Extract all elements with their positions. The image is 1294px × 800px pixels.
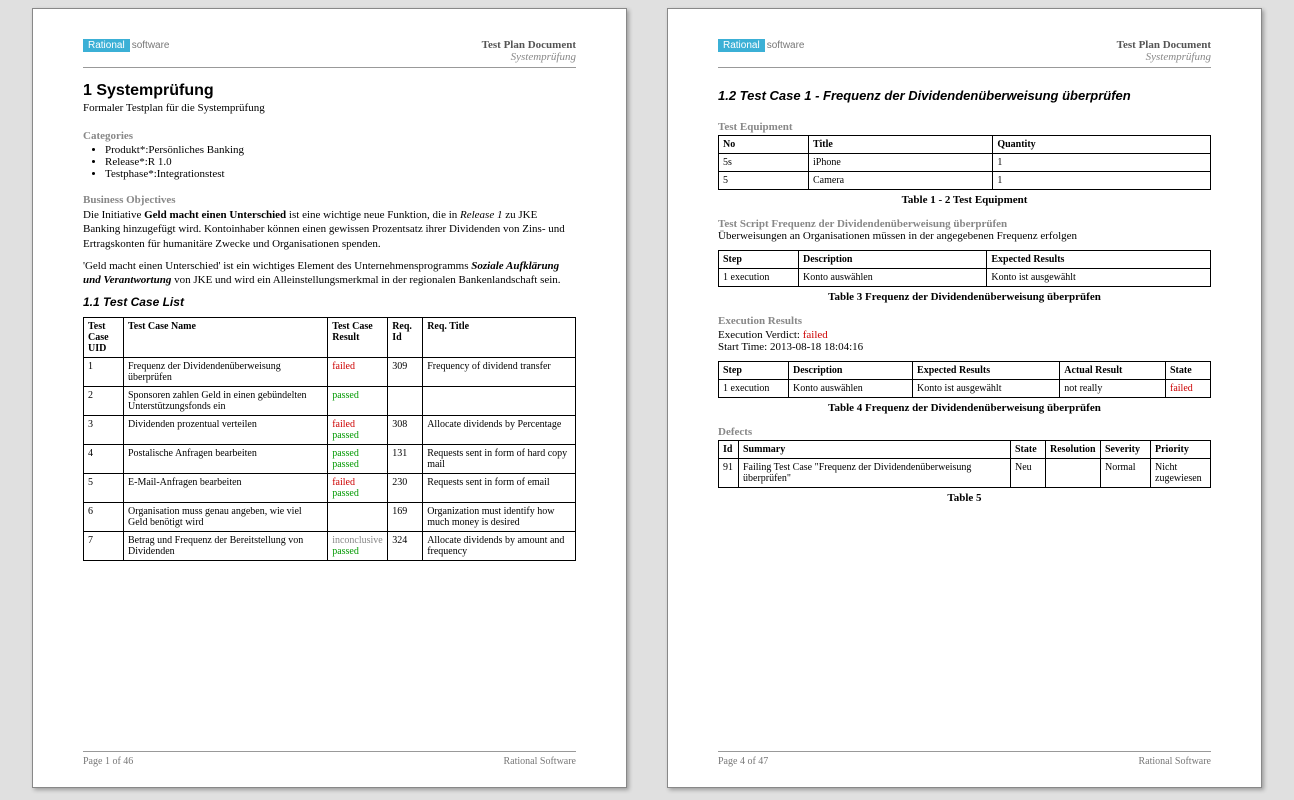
business-objectives-label: Business Objectives bbox=[83, 194, 576, 206]
table-row: 1Frequenz der Dividendenüberweisung über… bbox=[84, 358, 576, 387]
logo-suffix: software bbox=[132, 40, 170, 51]
table-row: 5Camera1 bbox=[719, 172, 1211, 190]
th-step: Step bbox=[719, 362, 789, 380]
equipment-caption: Table 1 - 2 Test Equipment bbox=[718, 194, 1211, 206]
th-step: Step bbox=[719, 251, 799, 269]
table-row: 1 executionKonto auswählenKonto ist ausg… bbox=[719, 380, 1211, 398]
page-header: Rational software Test Plan Document Sys… bbox=[718, 39, 1211, 68]
page-body: 1.2 Test Case 1 - Frequenz der Dividende… bbox=[718, 82, 1211, 751]
th-result: Test Case Result bbox=[328, 318, 388, 358]
test-script-desc: Überweisungen an Organisationen müssen i… bbox=[718, 230, 1211, 242]
footer-company: Rational Software bbox=[504, 756, 576, 767]
table-row: 3Dividenden prozentual verteilenfailedpa… bbox=[84, 416, 576, 445]
subtitle: Formaler Testplan für die Systemprüfung bbox=[83, 102, 576, 114]
page-footer: Page 4 of 47 Rational Software bbox=[718, 751, 1211, 767]
document-page-2: Rational software Test Plan Document Sys… bbox=[667, 8, 1262, 788]
th-state: State bbox=[1166, 362, 1211, 380]
doc-title: Test Plan Document bbox=[482, 39, 576, 51]
logo-suffix: software bbox=[767, 40, 805, 51]
defects-label: Defects bbox=[718, 426, 1211, 438]
categories-list: Produkt*:Persönliches Banking Release*:R… bbox=[105, 144, 576, 180]
footer-page: Page 4 of 47 bbox=[718, 756, 768, 767]
table-row: 7Betrag und Frequenz der Bereitstellung … bbox=[84, 532, 576, 561]
th-uid: Test Case UID bbox=[84, 318, 124, 358]
th-id: Id bbox=[719, 441, 739, 459]
page-footer: Page 1 of 46 Rational Software bbox=[83, 751, 576, 767]
defects-caption: Table 5 bbox=[718, 492, 1211, 504]
category-item: Testphase*:Integrationstest bbox=[105, 168, 576, 180]
execution-start: Start Time: 2013-08-18 18:04:16 bbox=[718, 341, 1211, 353]
th-no: No bbox=[719, 136, 809, 154]
heading-1-1: 1.1 Test Case List bbox=[83, 295, 576, 309]
table-row: 91Failing Test Case "Frequenz der Divide… bbox=[719, 459, 1211, 488]
table-row: 4Postalische Anfragen bearbeitenpassedpa… bbox=[84, 445, 576, 474]
execution-caption: Table 4 Frequenz der Dividendenüberweisu… bbox=[718, 402, 1211, 414]
header-right: Test Plan Document Systemprüfung bbox=[1117, 39, 1211, 63]
th-state: State bbox=[1011, 441, 1046, 459]
th-resolution: Resolution bbox=[1046, 441, 1101, 459]
defects-table: Id Summary State Resolution Severity Pri… bbox=[718, 440, 1211, 488]
table-row: 6Organisation muss genau angeben, wie vi… bbox=[84, 503, 576, 532]
table-row: 2Sponsoren zahlen Geld in einen gebündel… bbox=[84, 387, 576, 416]
doc-subtitle: Systemprüfung bbox=[482, 51, 576, 63]
test-script-label: Test Script Frequenz der Dividendenüberw… bbox=[718, 218, 1211, 230]
categories-label: Categories bbox=[83, 130, 576, 142]
footer-page: Page 1 of 46 bbox=[83, 756, 133, 767]
th-desc: Description bbox=[799, 251, 987, 269]
th-act: Actual Result bbox=[1060, 362, 1166, 380]
category-item: Release*:R 1.0 bbox=[105, 156, 576, 168]
doc-subtitle: Systemprüfung bbox=[1117, 51, 1211, 63]
script-caption: Table 3 Frequenz der Dividendenüberweisu… bbox=[718, 291, 1211, 303]
test-case-table: Test Case UID Test Case Name Test Case R… bbox=[83, 317, 576, 561]
footer-company: Rational Software bbox=[1139, 756, 1211, 767]
document-page-1: Rational software Test Plan Document Sys… bbox=[32, 8, 627, 788]
header-right: Test Plan Document Systemprüfung bbox=[482, 39, 576, 63]
execution-table: Step Description Expected Results Actual… bbox=[718, 361, 1211, 398]
test-equipment-label: Test Equipment bbox=[718, 121, 1211, 133]
th-title: Title bbox=[809, 136, 993, 154]
table-row: 1 executionKonto auswählenKonto ist ausg… bbox=[719, 269, 1211, 287]
th-desc: Description bbox=[789, 362, 913, 380]
heading-1: 1 Systemprüfung bbox=[83, 82, 576, 100]
th-summary: Summary bbox=[739, 441, 1011, 459]
script-table: Step Description Expected Results 1 exec… bbox=[718, 250, 1211, 287]
page-header: Rational software Test Plan Document Sys… bbox=[83, 39, 576, 68]
th-exp: Expected Results bbox=[987, 251, 1211, 269]
th-priority: Priority bbox=[1151, 441, 1211, 459]
th-qty: Quantity bbox=[993, 136, 1211, 154]
logo-brand: Rational bbox=[718, 39, 765, 52]
table-row: 5siPhone1 bbox=[719, 154, 1211, 172]
paragraph-1: Die Initiative Geld macht einen Untersch… bbox=[83, 208, 576, 251]
logo: Rational software bbox=[718, 39, 805, 52]
logo: Rational software bbox=[83, 39, 170, 52]
th-severity: Severity bbox=[1101, 441, 1151, 459]
th-name: Test Case Name bbox=[124, 318, 328, 358]
heading-1-2: 1.2 Test Case 1 - Frequenz der Dividende… bbox=[718, 88, 1211, 103]
th-req-id: Req. Id bbox=[388, 318, 423, 358]
logo-brand: Rational bbox=[83, 39, 130, 52]
page-body: 1 Systemprüfung Formaler Testplan für di… bbox=[83, 82, 576, 751]
category-item: Produkt*:Persönliches Banking bbox=[105, 144, 576, 156]
th-exp: Expected Results bbox=[913, 362, 1060, 380]
execution-verdict: Execution Verdict: failed bbox=[718, 329, 1211, 341]
equipment-table: No Title Quantity 5siPhone15Camera1 bbox=[718, 135, 1211, 190]
paragraph-2: 'Geld macht einen Unterschied' ist ein w… bbox=[83, 259, 576, 288]
execution-results-label: Execution Results bbox=[718, 315, 1211, 327]
table-row: 5E-Mail-Anfragen bearbeitenfailedpassed2… bbox=[84, 474, 576, 503]
th-req-title: Req. Title bbox=[423, 318, 576, 358]
doc-title: Test Plan Document bbox=[1117, 39, 1211, 51]
